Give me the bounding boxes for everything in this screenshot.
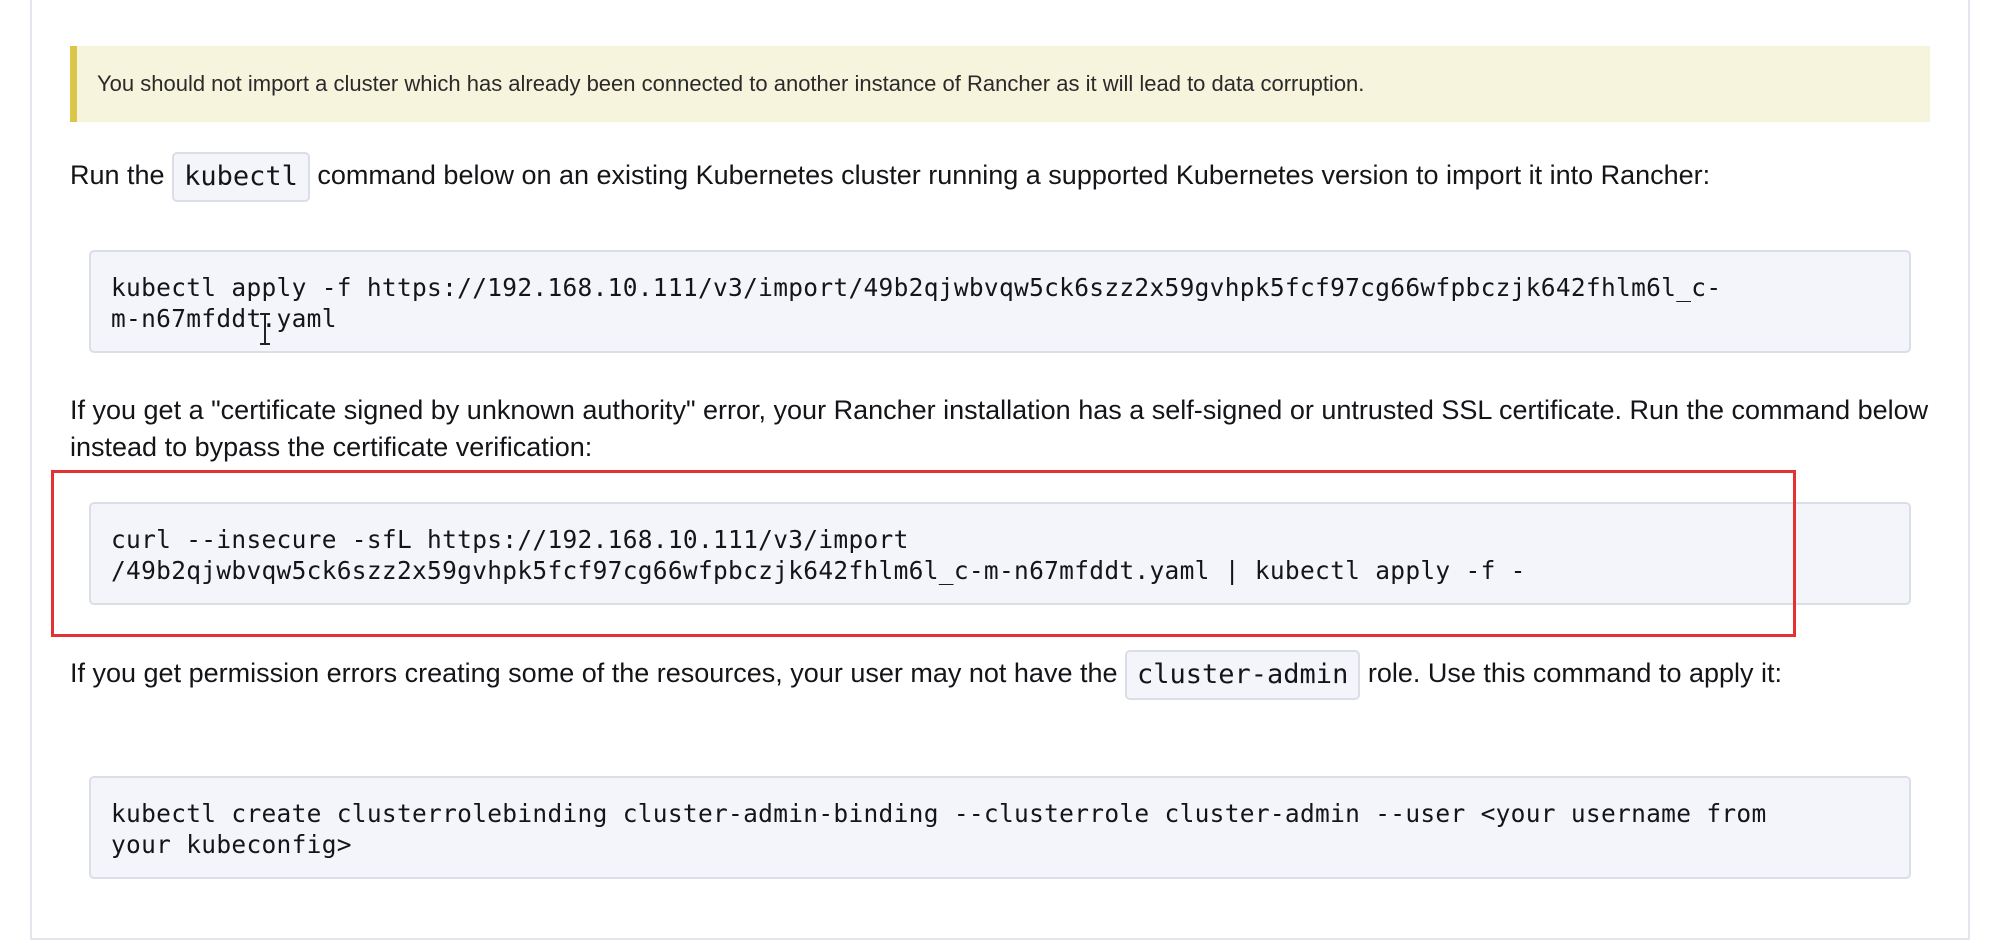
- clusterrolebinding-command-line-1[interactable]: kubectl create clusterrolebinding cluste…: [111, 798, 1889, 829]
- instructions-text-before: Run the: [70, 160, 173, 191]
- kubectl-inline-code: kubectl: [172, 152, 310, 202]
- cluster-admin-inline-code: cluster-admin: [1125, 650, 1361, 700]
- kubectl-apply-command-line-1[interactable]: kubectl apply -f https://192.168.10.111/…: [111, 272, 1889, 303]
- permission-text-after: role. Use this command to apply it:: [1360, 658, 1783, 689]
- clusterrolebinding-command-line-2[interactable]: your kubeconfig>: [111, 829, 1889, 860]
- kubectl-apply-command-line-2[interactable]: m-n67mfddt.yaml: [111, 303, 1889, 334]
- permission-error-instructions: If you get permission errors creating so…: [70, 650, 1930, 700]
- permission-text-before: If you get permission errors creating so…: [70, 658, 1125, 689]
- kubectl-instructions: Run the kubectl command below on an exis…: [70, 152, 1930, 202]
- warning-banner-text: You should not import a cluster which ha…: [97, 71, 1365, 96]
- kubectl-apply-command-block[interactable]: kubectl apply -f https://192.168.10.111/…: [89, 250, 1911, 353]
- warning-banner: You should not import a cluster which ha…: [70, 46, 1930, 122]
- red-highlight-box: [51, 470, 1796, 637]
- instructions-text-after: command below on an existing Kubernetes …: [309, 160, 1711, 191]
- text-cursor-icon: [260, 313, 270, 345]
- certificate-error-instructions: If you get a "certificate signed by unkn…: [70, 395, 1929, 462]
- clusterrolebinding-command-block[interactable]: kubectl create clusterrolebinding cluste…: [89, 776, 1911, 879]
